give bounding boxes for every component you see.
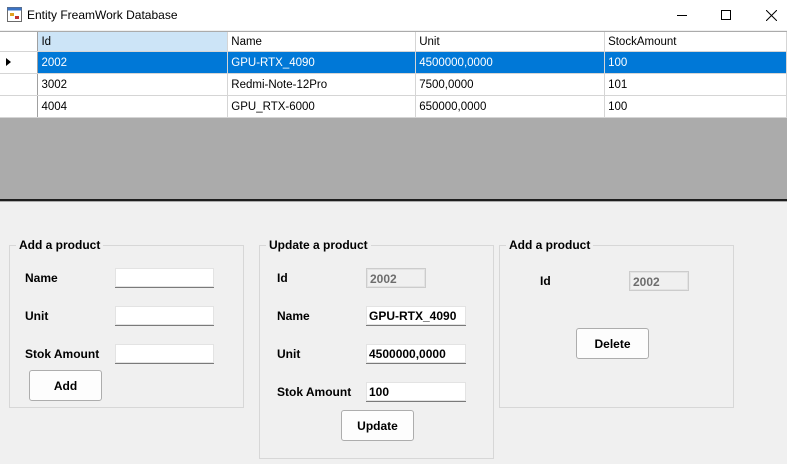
cell-name[interactable]: GPU-RTX_4090 bbox=[227, 51, 417, 74]
column-header-stock-amount[interactable]: StockAmount bbox=[604, 32, 787, 52]
update-id-field: 2002 bbox=[366, 268, 426, 288]
update-name-input[interactable]: GPU-RTX_4090 bbox=[366, 306, 466, 326]
column-header-id[interactable]: Id bbox=[37, 32, 229, 52]
delete-button[interactable]: Delete bbox=[576, 328, 649, 359]
minimize-icon bbox=[677, 15, 687, 16]
add-name-label: Name bbox=[25, 271, 58, 285]
products-table: Id Name Unit StockAmount 2002 GPU-RTX_40… bbox=[0, 32, 787, 118]
corner-header[interactable] bbox=[0, 32, 39, 52]
maximize-button[interactable] bbox=[703, 0, 749, 30]
minimize-button[interactable] bbox=[659, 0, 705, 30]
row-header[interactable] bbox=[0, 51, 39, 74]
delete-group-title: Add a product bbox=[506, 238, 594, 252]
maximize-icon bbox=[721, 10, 731, 20]
table-row[interactable]: 4004 GPU_RTX-6000 650000,0000 100 bbox=[0, 95, 787, 118]
delete-product-group: Add a product bbox=[499, 238, 734, 408]
window-title: Entity FreamWork Database bbox=[27, 8, 178, 22]
add-unit-label: Unit bbox=[25, 309, 49, 323]
delete-id-label: Id bbox=[540, 274, 551, 288]
update-id-label: Id bbox=[277, 271, 288, 285]
cell-name[interactable]: Redmi-Note-12Pro bbox=[227, 73, 417, 96]
close-button[interactable] bbox=[748, 0, 787, 30]
delete-id-field: 2002 bbox=[629, 271, 689, 291]
cell-stock[interactable]: 101 bbox=[604, 73, 787, 96]
cell-id[interactable]: 4004 bbox=[37, 95, 229, 118]
title-bar: Entity FreamWork Database bbox=[0, 0, 787, 30]
current-row-arrow-icon bbox=[6, 58, 11, 66]
add-stock-label: Stok Amount bbox=[25, 347, 100, 361]
products-data-grid[interactable]: Id Name Unit StockAmount 2002 GPU-RTX_40… bbox=[0, 31, 787, 202]
cell-id[interactable]: 3002 bbox=[37, 73, 229, 96]
update-name-label: Name bbox=[277, 309, 310, 323]
cell-id[interactable]: 2002 bbox=[37, 51, 229, 74]
add-name-input[interactable] bbox=[115, 268, 214, 288]
cell-unit[interactable]: 7500,0000 bbox=[415, 73, 606, 96]
cell-stock[interactable]: 100 bbox=[604, 95, 787, 118]
grid-divider bbox=[0, 199, 787, 201]
update-unit-label: Unit bbox=[277, 347, 301, 361]
add-group-title: Add a product bbox=[16, 238, 104, 252]
add-stock-input[interactable] bbox=[115, 344, 214, 364]
table-row[interactable]: 2002 GPU-RTX_4090 4500000,0000 100 bbox=[0, 51, 787, 74]
header-row: Id Name Unit StockAmount bbox=[0, 32, 787, 52]
close-icon bbox=[765, 9, 777, 21]
cell-stock[interactable]: 100 bbox=[604, 51, 787, 74]
row-header[interactable] bbox=[0, 73, 39, 96]
column-header-unit[interactable]: Unit bbox=[415, 32, 606, 52]
table-row[interactable]: 3002 Redmi-Note-12Pro 7500,0000 101 bbox=[0, 73, 787, 96]
app-form-icon bbox=[7, 7, 22, 22]
add-unit-input[interactable] bbox=[115, 306, 214, 326]
add-button[interactable]: Add bbox=[29, 370, 102, 401]
cell-unit[interactable]: 650000,0000 bbox=[415, 95, 606, 118]
cell-unit[interactable]: 4500000,0000 bbox=[415, 51, 606, 74]
update-button[interactable]: Update bbox=[341, 410, 414, 441]
update-unit-input[interactable]: 4500000,0000 bbox=[366, 344, 466, 364]
column-header-name[interactable]: Name bbox=[227, 32, 417, 52]
update-group-title: Update a product bbox=[266, 238, 371, 252]
update-stock-input[interactable]: 100 bbox=[366, 382, 466, 402]
row-header[interactable] bbox=[0, 95, 39, 118]
update-stock-label: Stok Amount bbox=[277, 385, 352, 399]
cell-name[interactable]: GPU_RTX-6000 bbox=[227, 95, 417, 118]
